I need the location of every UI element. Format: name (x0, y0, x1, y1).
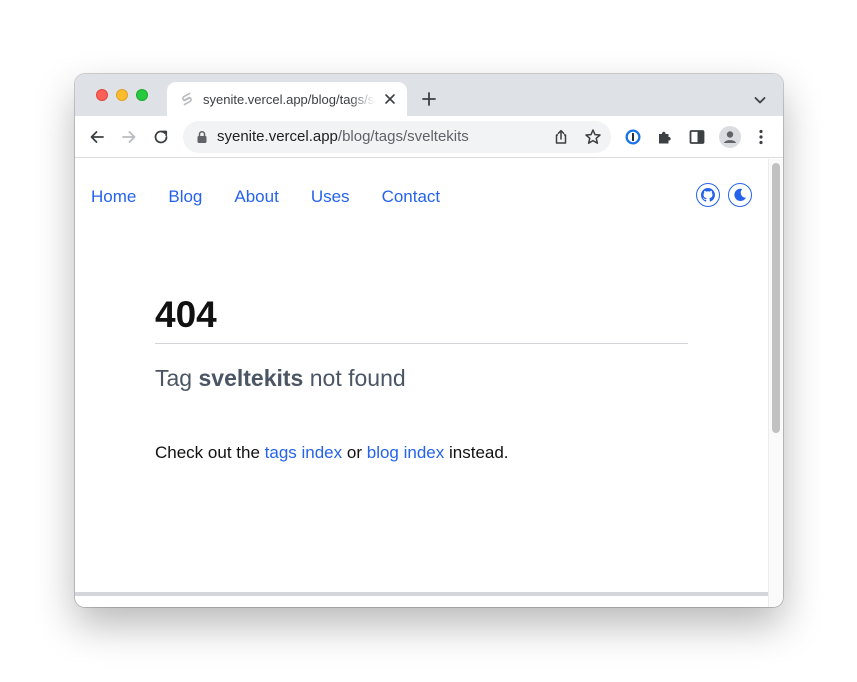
page-bottom-divider (75, 592, 768, 596)
back-icon[interactable] (88, 128, 106, 146)
blog-index-link[interactable]: blog index (367, 443, 445, 462)
extensions-icon[interactable] (656, 128, 674, 146)
reload-icon[interactable] (152, 128, 170, 146)
nav-contact-link[interactable]: Contact (382, 187, 441, 207)
error-code-heading: 404 (155, 294, 217, 335)
help-suffix: instead. (448, 443, 509, 462)
message-prefix: Tag (155, 365, 193, 391)
url-path: /blog/tags/sveltekits (337, 128, 469, 145)
sveltekit-favicon-icon (182, 92, 192, 106)
tab-title: syenite.vercel.app/blog/tags/sveltekits (203, 92, 375, 107)
help-text: Check out the tags index or blog index i… (155, 443, 509, 463)
message-suffix: not found (309, 365, 406, 391)
page-content: Home Blog About Uses Contact 404 Tag sve… (75, 159, 768, 607)
onepassword-icon[interactable] (624, 128, 642, 146)
close-tab-icon[interactable] (383, 92, 397, 106)
moon-icon (734, 188, 746, 201)
nav-about-link[interactable]: About (234, 187, 278, 207)
url-text[interactable]: syenite.vercel.app/blog/tags/sveltekits (217, 128, 469, 146)
lock-icon[interactable] (196, 130, 208, 144)
forward-icon[interactable] (120, 128, 138, 146)
browser-window: syenite.vercel.app/blog/tags/sveltekits (75, 74, 783, 607)
github-button[interactable] (696, 183, 720, 207)
minimize-window-button[interactable] (116, 89, 128, 101)
share-icon[interactable] (553, 129, 569, 145)
nav-blog-link[interactable]: Blog (168, 187, 202, 207)
browser-toolbar: syenite.vercel.app/blog/tags/sveltekits (75, 116, 783, 158)
close-window-button[interactable] (96, 89, 108, 101)
help-middle: or (346, 443, 362, 462)
nav-home-link[interactable]: Home (91, 187, 136, 207)
nav-uses-link[interactable]: Uses (311, 187, 350, 207)
side-panel-icon[interactable] (688, 128, 706, 146)
error-message: Tag sveltekits not found (155, 364, 406, 392)
new-tab-icon[interactable] (421, 91, 437, 107)
chevron-down-icon[interactable] (753, 93, 767, 107)
heading-divider (155, 343, 688, 344)
more-icon[interactable] (752, 128, 770, 146)
tag-name: sveltekits (198, 365, 304, 391)
dark-mode-toggle[interactable] (728, 183, 752, 207)
scrollbar-thumb[interactable] (772, 163, 780, 433)
address-bar[interactable]: syenite.vercel.app/blog/tags/sveltekits (183, 121, 611, 153)
title-bar: syenite.vercel.app/blog/tags/sveltekits (75, 74, 783, 116)
profile-icon[interactable] (719, 126, 741, 148)
star-icon[interactable] (584, 128, 602, 146)
maximize-window-button[interactable] (136, 89, 148, 101)
tags-index-link[interactable]: tags index (265, 443, 343, 462)
site-nav: Home Blog About Uses Contact (91, 187, 472, 207)
vertical-scrollbar[interactable] (768, 159, 783, 607)
help-prefix: Check out the (155, 443, 260, 462)
url-host: syenite.vercel.app (217, 128, 338, 145)
browser-tab[interactable]: syenite.vercel.app/blog/tags/sveltekits (167, 82, 407, 116)
github-icon (701, 188, 715, 202)
